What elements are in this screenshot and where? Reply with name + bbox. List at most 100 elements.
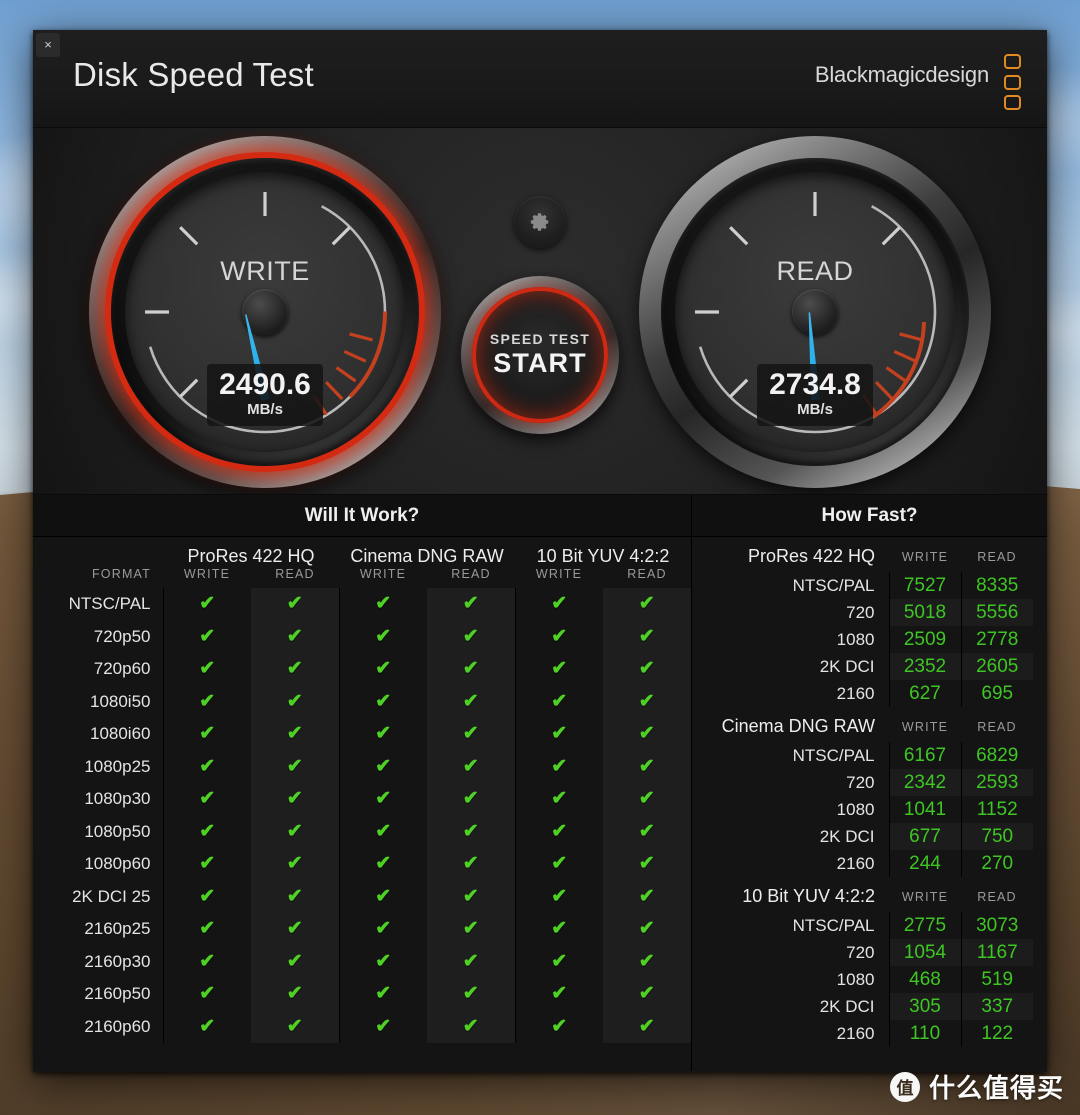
check-icon: ✔ — [638, 723, 655, 745]
table-row: 1080p25 ✔ ✔ ✔ ✔ ✔ ✔ — [33, 750, 692, 784]
check-icon: ✔ — [638, 820, 655, 842]
support-check-cell: ✔ — [163, 848, 251, 881]
check-icon: ✔ — [462, 918, 479, 940]
read-unit: MB/s — [797, 401, 833, 418]
page-title: Disk Speed Test — [73, 56, 314, 93]
check-icon: ✔ — [638, 658, 655, 680]
read-value: 2734.8 — [769, 367, 861, 401]
support-check-cell: ✔ — [163, 783, 251, 816]
check-icon: ✔ — [551, 820, 568, 842]
resolution-label: 720 — [846, 772, 875, 792]
check-icon: ✔ — [286, 983, 303, 1005]
support-check-cell: ✔ — [427, 783, 516, 816]
support-check-cell: ✔ — [339, 621, 427, 654]
read-speed-value: 2593 — [960, 769, 1033, 796]
support-check-cell: ✔ — [603, 815, 692, 848]
support-check-cell: ✔ — [603, 653, 692, 686]
write-speed-value: 627 — [888, 680, 961, 707]
write-speed-value: 2342 — [888, 769, 961, 796]
check-icon: ✔ — [638, 755, 655, 777]
start-button-label: START — [493, 348, 587, 378]
check-icon: ✔ — [375, 853, 392, 875]
check-icon: ✔ — [375, 690, 392, 712]
support-check-cell: ✔ — [427, 848, 516, 881]
support-check-cell: ✔ — [339, 978, 427, 1011]
check-icon: ✔ — [462, 593, 479, 615]
check-icon: ✔ — [551, 625, 568, 647]
check-icon: ✔ — [638, 918, 655, 940]
check-icon: ✔ — [551, 853, 568, 875]
write-unit: MB/s — [247, 401, 283, 418]
close-icon[interactable]: × — [36, 33, 60, 57]
support-check-cell: ✔ — [427, 588, 516, 621]
check-icon: ✔ — [286, 690, 303, 712]
support-check-cell: ✔ — [515, 588, 603, 621]
desktop-background: × Disk Speed Test Blackmagicdesign WRITE… — [0, 0, 1080, 1115]
group-name: ProRes 422 HQ — [747, 546, 875, 566]
check-icon: ✔ — [462, 723, 479, 745]
support-check-cell: ✔ — [339, 783, 427, 816]
check-icon: ✔ — [286, 853, 303, 875]
resolution-label: 1080 — [836, 969, 875, 989]
check-icon: ✔ — [638, 788, 655, 810]
write-column-header: WRITE — [901, 549, 949, 564]
support-check-cell: ✔ — [251, 588, 340, 621]
table-row: 1080p50 ✔ ✔ ✔ ✔ ✔ ✔ — [33, 815, 692, 849]
check-icon: ✔ — [375, 625, 392, 647]
subheader-write-0: WRITE — [183, 567, 231, 581]
check-icon: ✔ — [551, 788, 568, 810]
support-check-cell: ✔ — [163, 1011, 251, 1044]
support-check-cell: ✔ — [515, 816, 603, 849]
support-check-cell: ✔ — [339, 588, 427, 621]
check-icon: ✔ — [638, 983, 655, 1005]
check-icon: ✔ — [551, 690, 568, 712]
smzdm-logo-icon: 值 — [889, 1071, 920, 1102]
check-icon: ✔ — [286, 918, 303, 940]
table-row: 1080i60 ✔ ✔ ✔ ✔ ✔ ✔ — [33, 718, 692, 751]
support-check-cell: ✔ — [339, 686, 427, 719]
check-icon: ✔ — [462, 853, 479, 875]
resolution-label: 1080 — [836, 799, 875, 819]
resolution-label: 2160 — [836, 683, 875, 703]
format-label: 720p60 — [33, 653, 164, 686]
support-check-cell: ✔ — [603, 1010, 692, 1043]
check-icon: ✔ — [199, 820, 216, 842]
table-row: NTSC/PAL 7527 8335 — [706, 572, 1033, 599]
subheader-read-1: READ — [451, 567, 491, 581]
write-readout: 2490.6 MB/s — [207, 363, 323, 426]
check-icon: ✔ — [199, 950, 216, 972]
check-icon: ✔ — [286, 625, 303, 647]
write-speed-value: 5018 — [888, 599, 961, 626]
codec-header-row: ProRes 422 HQ Cinema DNG RAW 10 Bit YUV … — [33, 537, 691, 567]
how-fast-group-header: Cinema DNG RAW WRITE READ — [706, 707, 1033, 742]
check-icon: ✔ — [462, 950, 479, 972]
check-icon: ✔ — [638, 885, 655, 907]
format-label: 1080i50 — [33, 685, 164, 718]
format-label: 1080p30 — [33, 783, 164, 816]
table-row: NTSC/PAL 2775 3073 — [706, 912, 1033, 939]
check-icon: ✔ — [375, 658, 392, 680]
check-icon: ✔ — [638, 853, 655, 875]
table-row: 720 1054 1167 — [706, 939, 1033, 966]
check-icon: ✔ — [462, 788, 479, 810]
support-check-cell: ✔ — [427, 718, 516, 751]
settings-gear-button[interactable] — [514, 196, 566, 248]
check-icon: ✔ — [375, 950, 392, 972]
format-label: 2K DCI 25 — [33, 880, 164, 913]
check-icon: ✔ — [199, 788, 216, 810]
format-label: 1080p60 — [33, 848, 164, 881]
disk-speed-test-window: × Disk Speed Test Blackmagicdesign WRITE… — [33, 30, 1047, 1072]
support-check-cell: ✔ — [339, 751, 427, 784]
support-check-cell: ✔ — [163, 816, 251, 849]
speed-test-start-button[interactable]: SPEED TEST START — [461, 276, 619, 434]
support-check-cell: ✔ — [515, 751, 603, 784]
check-icon: ✔ — [375, 723, 392, 745]
subheader-write-2: WRITE — [535, 567, 583, 581]
write-speed-value: 110 — [888, 1020, 961, 1047]
support-check-cell: ✔ — [163, 686, 251, 719]
support-check-cell: ✔ — [603, 945, 692, 978]
check-icon: ✔ — [551, 983, 568, 1005]
support-check-cell: ✔ — [339, 653, 427, 686]
resolution-label: NTSC/PAL — [792, 915, 875, 935]
read-speed-value: 519 — [960, 966, 1033, 993]
